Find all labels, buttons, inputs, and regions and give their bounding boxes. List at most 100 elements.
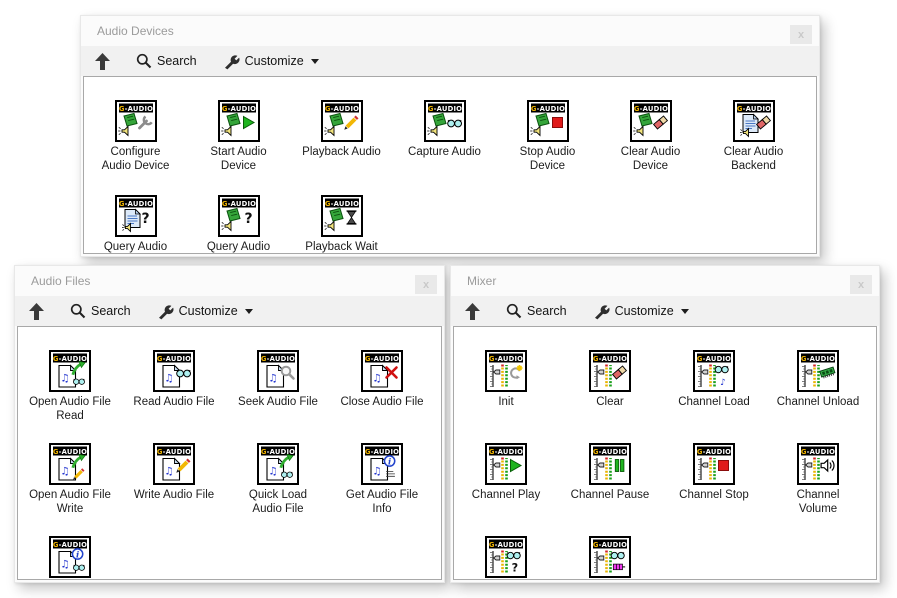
palette-item-label: Query Audio Backends (104, 240, 167, 254)
palette-item[interactable]: G-AUDIO Clear (558, 339, 662, 432)
palette-item[interactable]: G-AUDIO Read Mixed Audio Data ... (558, 525, 662, 580)
palette-item-label: Capture Audio (408, 145, 481, 159)
palette-item-label: Clear Audio Device (621, 145, 680, 173)
svg-text:G-AUDIO: G-AUDIO (530, 105, 564, 113)
vi-icon-file-note: G-AUDIO ♫ i (49, 536, 91, 578)
toolbar: Search Customize (81, 46, 819, 76)
palette-item[interactable]: G-AUDIO Playback Wait (290, 184, 393, 254)
svg-text:♫: ♫ (164, 466, 173, 478)
svg-text:♫: ♫ (164, 373, 173, 385)
palette-item[interactable]: G-AUDIO ♪Channel Load (662, 339, 766, 432)
wrench-icon (157, 303, 174, 320)
vi-icon-mixer: G-AUDIO (693, 443, 735, 485)
palette-item-label: Channel Pause (571, 488, 650, 502)
vi-icon-mixer: G-AUDIO (589, 536, 631, 578)
palette-item[interactable]: G-AUDIO Channel Stop (662, 432, 766, 525)
palette-item-label: Open Audio File Write (29, 488, 111, 516)
palette-item[interactable]: G-AUDIO Clear Audio Device (599, 89, 702, 184)
search-button[interactable]: Search (70, 303, 131, 319)
customize-button[interactable]: Customize (157, 303, 253, 320)
window-title: Mixer (467, 274, 496, 288)
palette-item[interactable]: G-AUDIO Clear Audio Backend (702, 89, 805, 184)
svg-text:♫: ♫ (372, 373, 381, 385)
close-button[interactable]: x (850, 275, 872, 294)
palette-item[interactable]: G-AUDIO ♫ Close Audio File (330, 339, 434, 432)
vi-icon-mixer: G-AUDIO (589, 350, 631, 392)
svg-text:G-AUDIO: G-AUDIO (736, 105, 770, 113)
customize-label: Customize (179, 304, 238, 318)
titlebar[interactable]: Mixer x (451, 266, 879, 296)
palette-item[interactable]: G-AUDIO ♫ Quick Load Audio File (226, 432, 330, 525)
palette-item[interactable]: G-AUDIO Channel Play (454, 432, 558, 525)
svg-text:♫: ♫ (372, 466, 381, 478)
search-button[interactable]: Search (506, 303, 567, 319)
svg-text:G-AUDIO: G-AUDIO (593, 541, 627, 549)
vi-icon-file-note: G-AUDIO ♫ (257, 350, 299, 392)
svg-text:♫: ♫ (268, 466, 277, 478)
palette-item-label: Write Audio File (134, 488, 214, 502)
palette-item-label: Seek Audio File (238, 395, 318, 409)
palette-item[interactable]: G-AUDIO ♫ i Get Audio File Position (18, 525, 122, 580)
svg-text:♪: ♪ (720, 378, 726, 388)
svg-text:G-AUDIO: G-AUDIO (157, 355, 191, 363)
palette-item[interactable]: G-AUDIO Stop Audio Device (496, 89, 599, 184)
palette-item[interactable]: G-AUDIO ♫ Read Audio File (122, 339, 226, 432)
close-button[interactable]: x (415, 275, 437, 294)
palette-item[interactable]: G-AUDIO ♫ Open Audio File Write (18, 432, 122, 525)
svg-text:i: i (388, 457, 391, 467)
palette-item[interactable]: G-AUDIO Start Audio Device (187, 89, 290, 184)
palette-item[interactable]: G-AUDIO Channel Pause (558, 432, 662, 525)
chevron-down-icon (681, 309, 689, 314)
svg-text:G-AUDIO: G-AUDIO (261, 448, 295, 456)
palette-item[interactable]: G-AUDIO Configure Audio Device (84, 89, 187, 184)
palette-item[interactable]: G-AUDIO Channel Unload (766, 339, 870, 432)
palette-item-label: Quick Load Audio File (249, 488, 307, 516)
customize-button[interactable]: Customize (223, 53, 319, 70)
palette-item[interactable]: G-AUDIO ♫ iGet Audio File Info (330, 432, 434, 525)
svg-text:G-AUDIO: G-AUDIO (489, 541, 523, 549)
customize-button[interactable]: Customize (593, 303, 689, 320)
palette-item-label: Stop Audio Device (520, 145, 576, 173)
svg-text:?: ? (512, 561, 519, 574)
palette-item[interactable]: G-AUDIO Channel Volume (766, 432, 870, 525)
chevron-down-icon (245, 309, 253, 314)
palette-item[interactable]: G-AUDIO Playback Audio (290, 89, 393, 184)
svg-text:G-AUDIO: G-AUDIO (365, 355, 399, 363)
vi-icon-mixer: G-AUDIO ? (485, 536, 527, 578)
palette-window-audio-devices: Audio Devices x Search Customize G-AUDIO… (80, 15, 820, 257)
up-button[interactable] (29, 303, 44, 320)
svg-text:G-AUDIO: G-AUDIO (593, 355, 627, 363)
palette-item[interactable]: G-AUDIO ♫ Seek Audio File (226, 339, 330, 432)
svg-text:G-AUDIO: G-AUDIO (221, 105, 255, 113)
palette-item[interactable]: G-AUDIO ?Query Audio Backends (84, 184, 187, 254)
palette-item-label: Open Audio File Read (29, 395, 111, 423)
customize-label: Customize (615, 304, 674, 318)
palette-item-label: Channel Unload (777, 395, 859, 409)
palette-item[interactable]: G-AUDIO ♫ Write Audio File (122, 432, 226, 525)
palette-item-label: Start Audio Device (210, 145, 266, 173)
vi-icon-speaker: G-AUDIO (321, 100, 363, 142)
svg-text:G-AUDIO: G-AUDIO (118, 200, 152, 208)
svg-text:G-AUDIO: G-AUDIO (593, 448, 627, 456)
up-button[interactable] (465, 303, 480, 320)
svg-text:?: ? (244, 211, 252, 227)
palette-item-label: Playback Wait (305, 240, 377, 254)
up-button[interactable] (95, 53, 110, 70)
palette-item[interactable]: G-AUDIO Init (454, 339, 558, 432)
svg-text:G-AUDIO: G-AUDIO (53, 541, 87, 549)
search-button[interactable]: Search (136, 53, 197, 69)
palette-item[interactable]: G-AUDIO ?Query Audio Devices (187, 184, 290, 254)
vi-icon-doc-speaker: G-AUDIO (733, 100, 775, 142)
vi-icon-speaker: G-AUDIO (424, 100, 466, 142)
palette-item[interactable]: G-AUDIO ?Read Channel Status (454, 525, 558, 580)
vi-icon-file-note: G-AUDIO ♫ i (361, 443, 403, 485)
palette-item[interactable]: G-AUDIO Capture Audio (393, 89, 496, 184)
window-title: Audio Files (31, 274, 90, 288)
svg-text:G-AUDIO: G-AUDIO (118, 105, 152, 113)
search-icon (136, 53, 152, 69)
titlebar[interactable]: Audio Files x (15, 266, 444, 296)
titlebar[interactable]: Audio Devices x (81, 16, 819, 46)
palette-content: G-AUDIO ♫ Open Audio File ReadG-AUDIO ♫ … (17, 326, 442, 580)
close-button[interactable]: x (790, 25, 812, 44)
palette-item[interactable]: G-AUDIO ♫ Open Audio File Read (18, 339, 122, 432)
